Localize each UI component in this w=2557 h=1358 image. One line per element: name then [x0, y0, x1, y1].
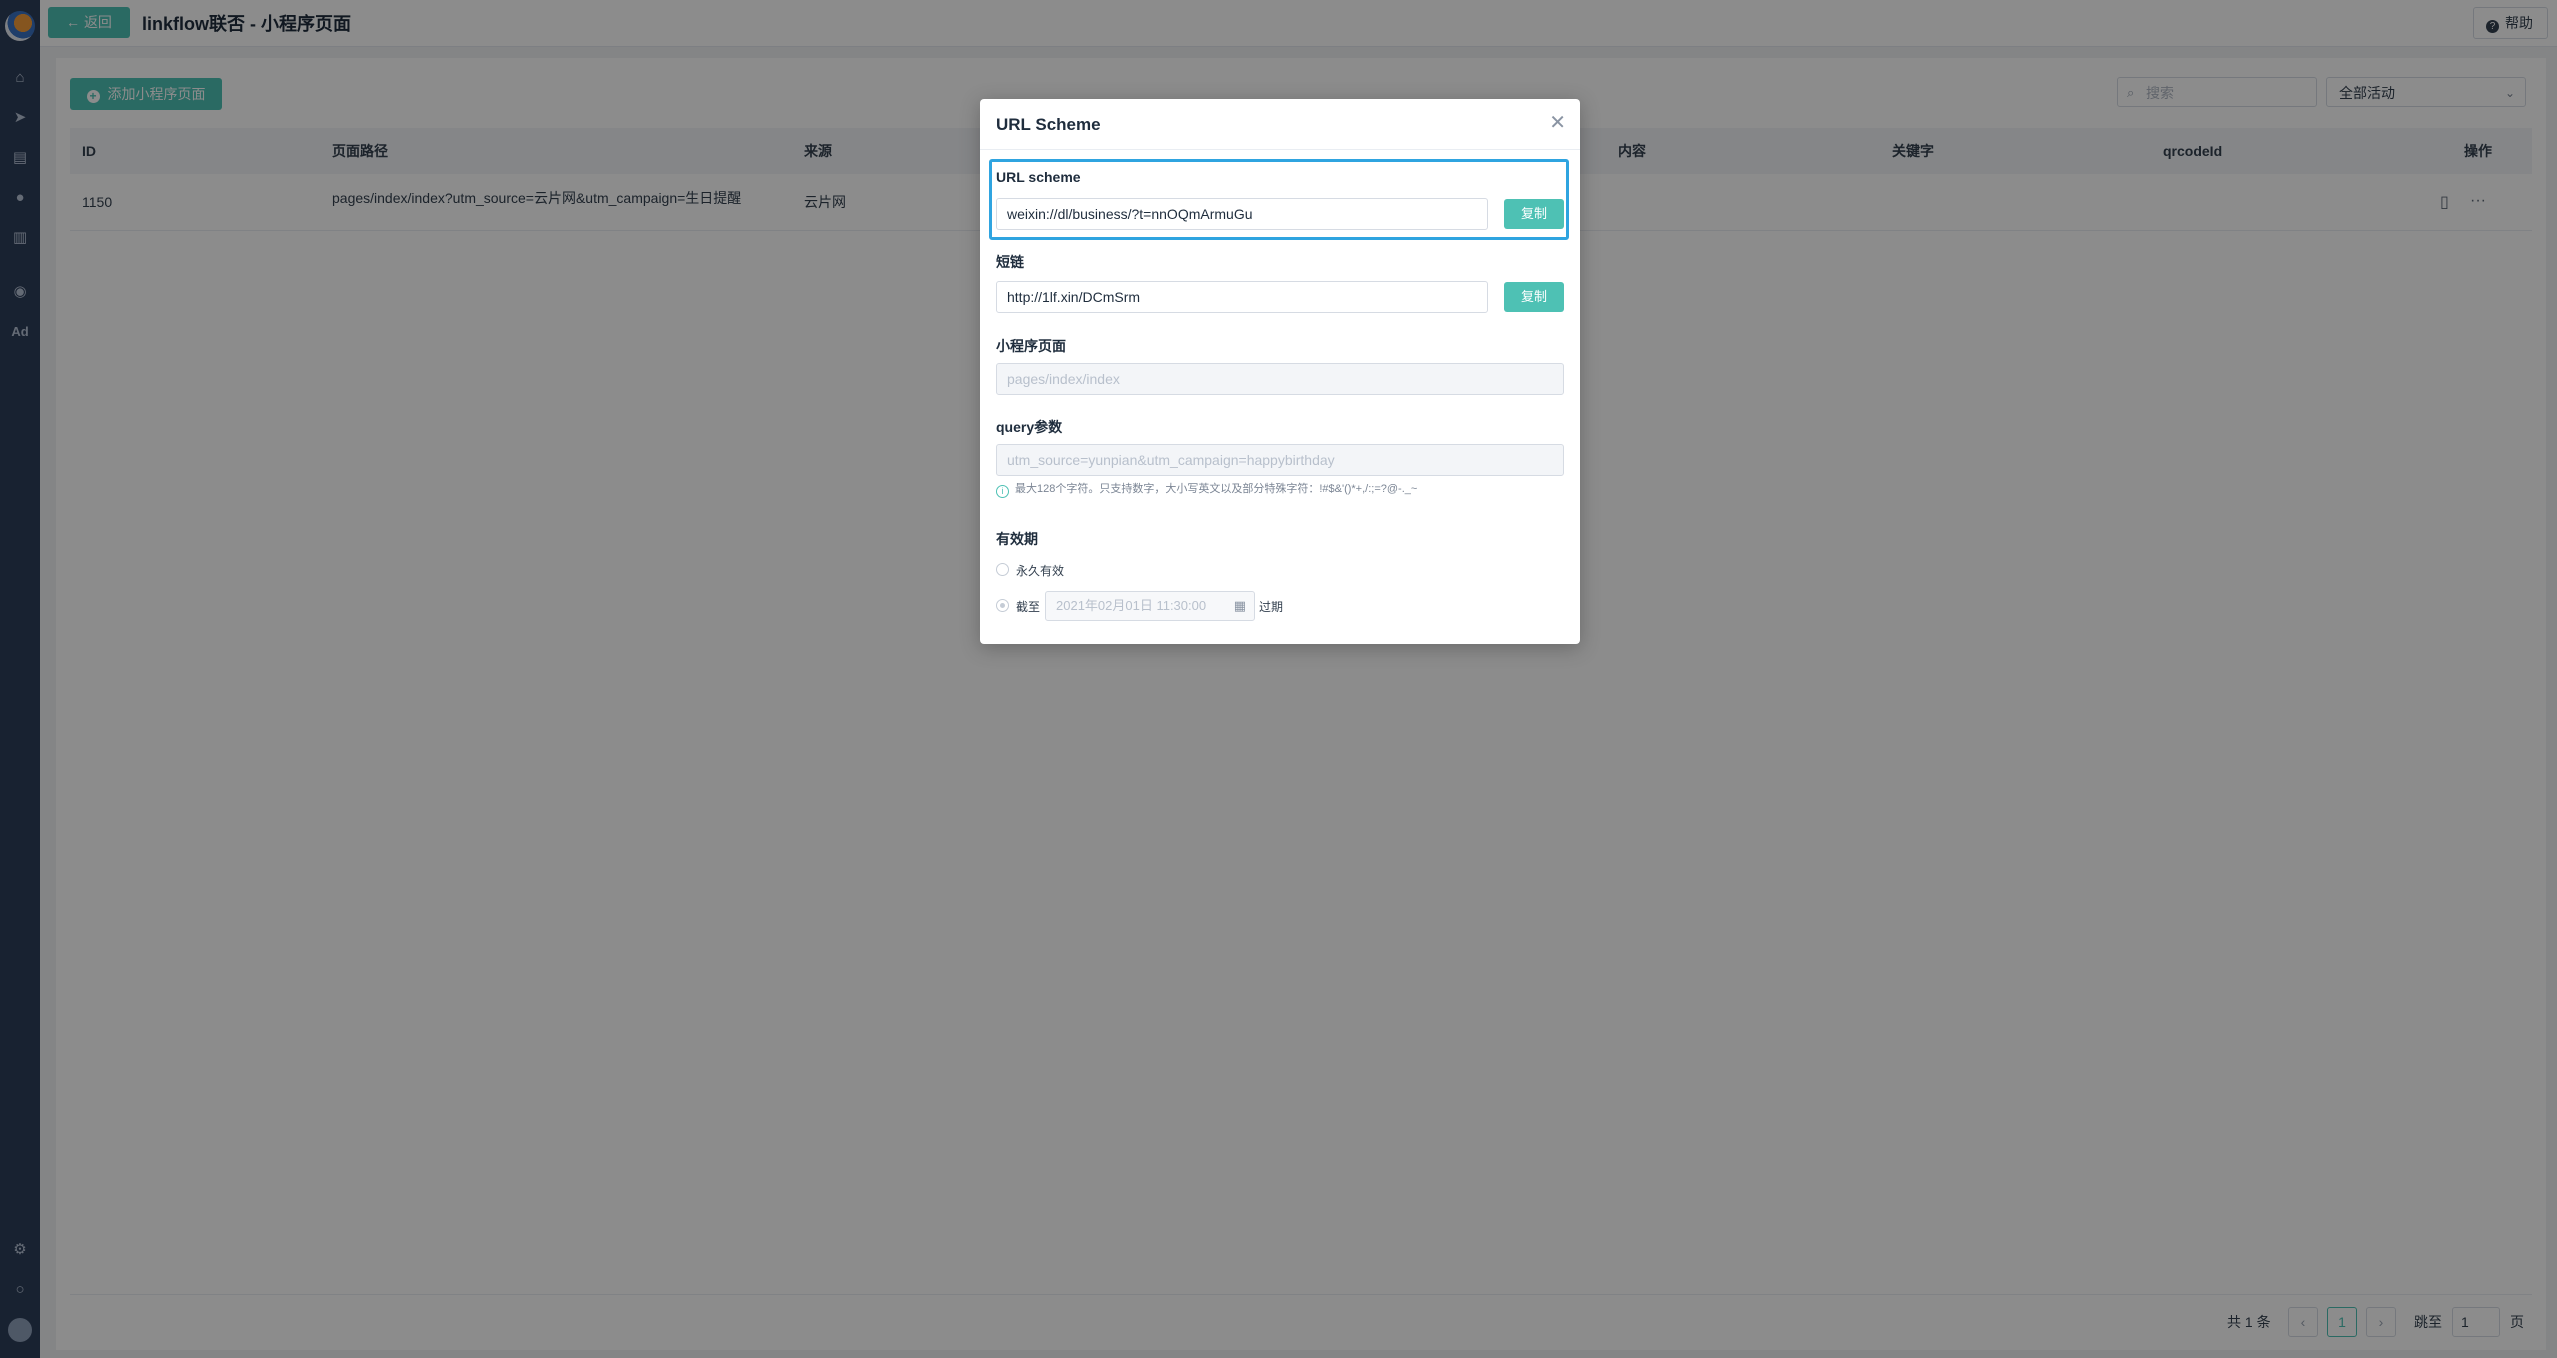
copy-short-link-button[interactable]: 复制 [1504, 282, 1564, 312]
query-label: query参数 [996, 419, 1063, 435]
until-option-label: 截至 [1016, 600, 1041, 614]
url-scheme-field[interactable]: weixin://dl/business/?t=nnOQmArmuGu [996, 198, 1488, 230]
query-hint-text: 最大128个字符。只支持数字，大小写英文以及部分特殊字符：!#$&'()*+,/… [1015, 483, 1418, 495]
until-radio[interactable] [996, 599, 1009, 612]
info-icon: i [996, 485, 1009, 498]
mini-page-label: 小程序页面 [996, 338, 1066, 354]
copy-url-scheme-button[interactable]: 复制 [1504, 199, 1564, 229]
calendar-icon: ▦ [1233, 598, 1246, 613]
forever-option-label: 永久有效 [1016, 564, 1065, 578]
query-field: utm_source=yunpian&utm_campaign=happybir… [996, 444, 1564, 476]
validity-label: 有效期 [996, 531, 1038, 547]
short-link-label: 短链 [996, 254, 1024, 270]
close-icon[interactable]: ✕ [1549, 113, 1566, 133]
divider [980, 149, 1580, 150]
modal-title: URL Scheme [996, 115, 1101, 134]
expiry-date-value: 2021年02月01日 11:30:00 [1056, 598, 1207, 613]
mini-page-field: pages/index/index [996, 363, 1564, 395]
expiry-date-picker[interactable]: 2021年02月01日 11:30:00 ▦ [1045, 591, 1255, 621]
short-link-field[interactable]: http://1lf.xin/DCmSrm [996, 281, 1488, 313]
expire-suffix: 过期 [1259, 600, 1284, 614]
query-hint: i 最大128个字符。只支持数字，大小写英文以及部分特殊字符：!#$&'()*+,… [996, 480, 1417, 498]
forever-radio[interactable] [996, 563, 1009, 576]
url-scheme-modal: URL Scheme ✕ URL scheme weixin://dl/busi… [980, 99, 1580, 644]
url-scheme-label: URL scheme [996, 169, 1081, 185]
